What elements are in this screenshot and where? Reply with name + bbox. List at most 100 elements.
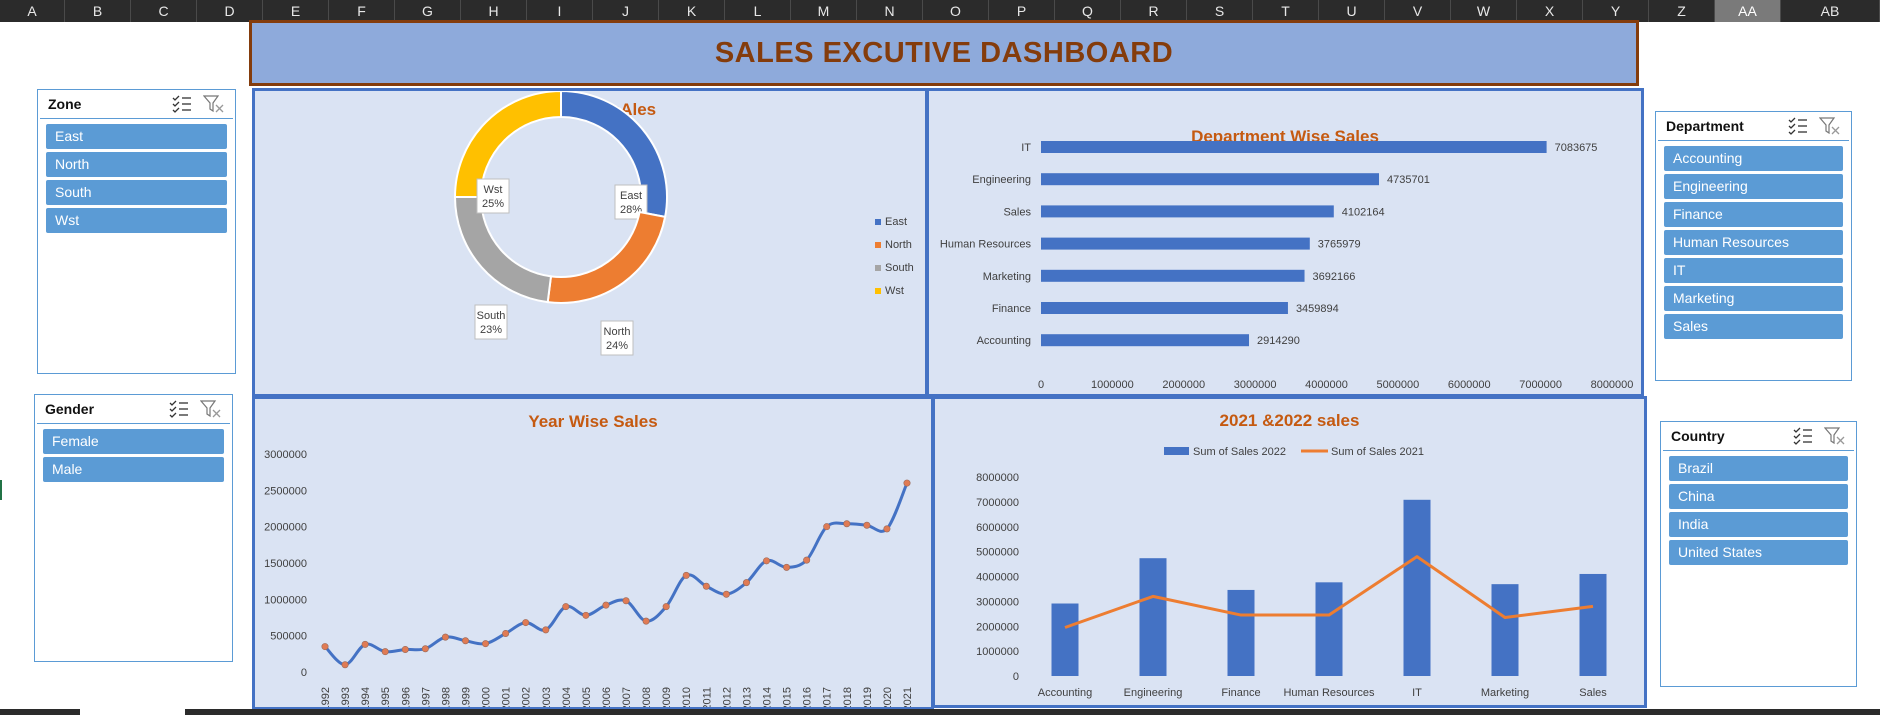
country-slicer-item[interactable]: Brazil <box>1669 456 1848 481</box>
column-header-g[interactable]: G <box>395 0 461 22</box>
combo-bar-it <box>1403 499 1431 676</box>
column-header-s[interactable]: S <box>1187 0 1253 22</box>
dept-x-tick-label: 6000000 <box>1448 379 1491 391</box>
year-y-tick-label: 1000000 <box>264 594 307 606</box>
column-header-a[interactable]: A <box>0 0 65 22</box>
clear-filter-icon[interactable] <box>202 94 225 114</box>
column-header-i[interactable]: I <box>527 0 593 22</box>
department-slicer[interactable]: Department Accounting Engineering Finance Hu… <box>1655 111 1852 381</box>
department-slicer-item[interactable]: Accounting <box>1664 146 1843 171</box>
gender-slicer[interactable]: Gender Female Male <box>34 394 233 662</box>
country-slicer-item[interactable]: India <box>1669 512 1848 537</box>
country-slicer-header: Country <box>1663 422 1854 451</box>
combo-x-tick-label: Marketing <box>1481 687 1529 699</box>
column-header-v[interactable]: V <box>1385 0 1451 22</box>
column-header-u[interactable]: U <box>1319 0 1385 22</box>
department-slicer-item[interactable]: Marketing <box>1664 286 1843 311</box>
active-sheet-tab[interactable] <box>80 709 185 715</box>
zone-slicer-header: Zone <box>40 90 233 119</box>
column-header-m[interactable]: M <box>791 0 857 22</box>
column-header-h[interactable]: H <box>461 0 527 22</box>
year-x-tick-label: 2016 <box>802 687 814 707</box>
clear-filter-icon[interactable] <box>199 399 222 419</box>
department-slicer-item[interactable]: Sales <box>1664 314 1843 339</box>
gender-slicer-item[interactable]: Male <box>43 457 224 482</box>
multi-select-icon[interactable] <box>1792 426 1814 446</box>
zone-slicer-item[interactable]: Wst <box>46 208 227 233</box>
gender-slicer-item[interactable]: Female <box>43 429 224 454</box>
dept-x-tick-label: 5000000 <box>1376 379 1419 391</box>
year-data-point <box>642 617 650 625</box>
zone-slicer-item[interactable]: South <box>46 180 227 205</box>
department-slicer-item[interactable]: Engineering <box>1664 174 1843 199</box>
dept-data-label: 4735701 <box>1387 174 1430 186</box>
year-data-point <box>843 520 851 528</box>
data-label-name: North <box>604 326 631 338</box>
donut-data-label: South 23% <box>474 304 508 340</box>
column-header-n[interactable]: N <box>857 0 923 22</box>
combo-x-tick-label: Accounting <box>1038 687 1092 699</box>
column-header-f[interactable]: F <box>329 0 395 22</box>
column-header-e[interactable]: E <box>263 0 329 22</box>
column-header-q[interactable]: Q <box>1055 0 1121 22</box>
year-data-point <box>341 661 349 669</box>
dashboard-title: SALES EXCUTIVE DASHBOARD <box>714 36 1174 69</box>
gender-slicer-header: Gender <box>37 395 230 424</box>
legend-swatch-south <box>875 265 881 271</box>
department-slicer-item[interactable]: Human Resources <box>1664 230 1843 255</box>
column-header-k[interactable]: K <box>659 0 725 22</box>
combo-x-tick-label: Engineering <box>1124 687 1183 699</box>
combo-x-tick-label: IT <box>1412 687 1422 699</box>
department-bar-chart: IT 7083675 Engineering 4735701 Sales 4102164 H… <box>940 141 1633 391</box>
column-header-z[interactable]: Z <box>1649 0 1715 22</box>
year-x-tick-label: 1994 <box>360 687 372 707</box>
column-header-w[interactable]: W <box>1451 0 1517 22</box>
year-y-tick-label: 2500000 <box>264 485 307 497</box>
combo-y-tick-label: 8000000 <box>976 472 1019 484</box>
combo-bar-human-resources <box>1315 582 1343 676</box>
dept-x-tick-label: 7000000 <box>1519 379 1562 391</box>
sheet-tab-bar <box>0 709 1880 715</box>
year-x-tick-label: 2000 <box>481 687 493 707</box>
country-slicer-item[interactable]: United States <box>1669 540 1848 565</box>
multi-select-icon[interactable] <box>1787 116 1809 136</box>
column-header-aa[interactable]: AA <box>1715 0 1781 22</box>
department-slicer-item[interactable]: IT <box>1664 258 1843 283</box>
combo-y-tick-label: 4000000 <box>976 572 1019 584</box>
column-header-c[interactable]: C <box>131 0 197 22</box>
legend-label-east: East <box>885 216 907 228</box>
column-header-ab[interactable]: AB <box>1781 0 1880 22</box>
year-x-tick-label: 2006 <box>601 687 613 707</box>
dept-category-label: Human Resources <box>940 239 1032 251</box>
column-header-r[interactable]: R <box>1121 0 1187 22</box>
column-header-l[interactable]: L <box>725 0 791 22</box>
dept-category-label: Marketing <box>983 271 1031 283</box>
column-header-y[interactable]: Y <box>1583 0 1649 22</box>
multi-select-icon[interactable] <box>171 94 193 114</box>
zone-slicer-item[interactable]: North <box>46 152 227 177</box>
combo-bar-line-chart: 0 1000000 2000000 3000000 4000000 5000000 6000… <box>976 446 1607 699</box>
multi-select-icon[interactable] <box>168 399 190 419</box>
column-header-o[interactable]: O <box>923 0 989 22</box>
country-slicer[interactable]: Country Brazil China India United States <box>1660 421 1857 687</box>
zone-slicer-item[interactable]: East <box>46 124 227 149</box>
combo-y-tick-label: 2000000 <box>976 621 1019 633</box>
country-slicer-title: Country <box>1671 428 1725 444</box>
column-header-j[interactable]: J <box>593 0 659 22</box>
year-data-point <box>441 633 449 641</box>
department-slicer-item[interactable]: Finance <box>1664 202 1843 227</box>
zone-slicer[interactable]: Zone East North South Wst <box>37 89 236 374</box>
dept-bar-sales <box>1041 205 1334 218</box>
year-data-point <box>742 579 750 587</box>
column-header-b[interactable]: B <box>65 0 131 22</box>
column-header-t[interactable]: T <box>1253 0 1319 22</box>
country-slicer-item[interactable]: China <box>1669 484 1848 509</box>
clear-filter-icon[interactable] <box>1823 426 1846 446</box>
clear-filter-icon[interactable] <box>1818 116 1841 136</box>
year-y-tick-label: 0 <box>301 667 307 679</box>
column-header-d[interactable]: D <box>197 0 263 22</box>
column-header-x[interactable]: X <box>1517 0 1583 22</box>
column-header-p[interactable]: P <box>989 0 1055 22</box>
year-data-point <box>361 640 369 648</box>
column-header-bar: A B C D E F G H I J K L M N O P Q R S T U V W X Y Z AA AB <box>0 0 1880 22</box>
